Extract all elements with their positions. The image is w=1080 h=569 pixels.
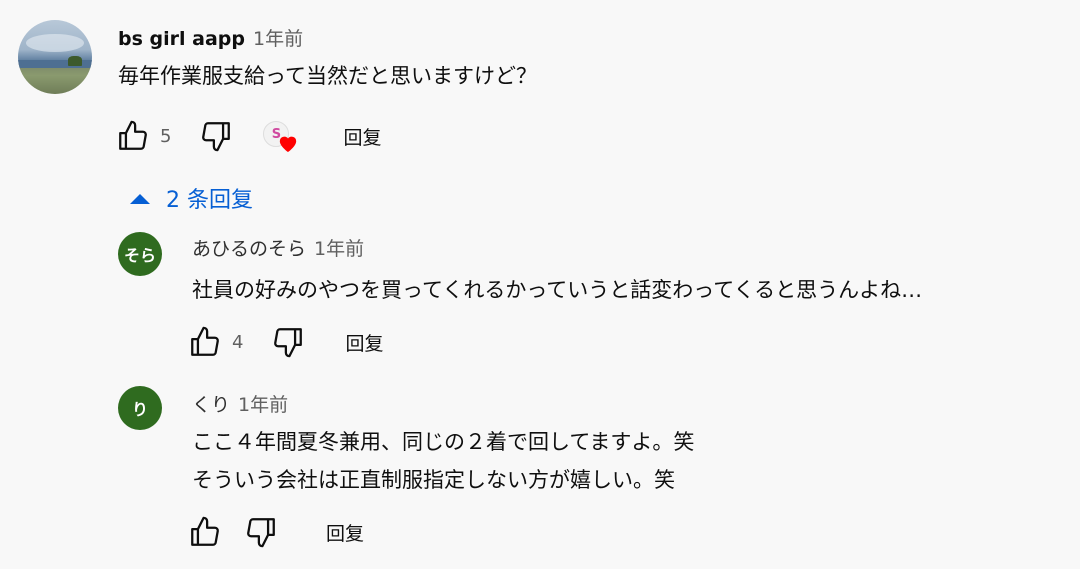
- caret-up-icon: [130, 194, 150, 204]
- reply-button[interactable]: 回复: [326, 519, 364, 546]
- comment-author[interactable]: bs girl aapp: [118, 28, 245, 50]
- thumb-up-icon: [119, 120, 147, 150]
- commenter-avatar[interactable]: [18, 20, 92, 94]
- reply-author[interactable]: くり: [192, 390, 230, 417]
- reply-text-line: ここ４年間夏冬兼用、同じの２着で回してますよ。笑: [192, 430, 695, 454]
- reply-text-line: そういう会社は正直制服指定しない方が嬉しい。笑: [192, 468, 675, 492]
- dislike-button[interactable]: [197, 117, 235, 155]
- comment-text: 毎年作業服支給って当然だと思いますけど？: [118, 64, 537, 88]
- thumb-up-icon: [191, 516, 219, 546]
- reply-header: あひるのそら 1年前: [192, 234, 364, 261]
- reply-button[interactable]: 回复: [343, 123, 381, 150]
- reply-author[interactable]: あひるのそら: [192, 234, 306, 261]
- comment-header: bs girl aapp 1年前: [118, 24, 303, 51]
- thumb-down-icon: [247, 518, 275, 548]
- dislike-button[interactable]: [242, 513, 280, 551]
- comment-time[interactable]: 1年前: [253, 24, 303, 51]
- reply-toolbar: 回复: [186, 512, 364, 552]
- comment-toolbar: 5 S 回复: [114, 116, 381, 156]
- heart-icon: [280, 136, 297, 153]
- thumb-down-icon: [274, 328, 303, 358]
- creator-heart-badge: S: [263, 117, 303, 155]
- replies-count-label: 2 条回复: [166, 188, 253, 213]
- reply-time[interactable]: 1年前: [314, 234, 364, 261]
- like-button[interactable]: [186, 513, 224, 551]
- reply-avatar[interactable]: り: [118, 386, 162, 430]
- reply-header: くり 1年前: [192, 390, 288, 417]
- reply-text-line: 社員の好みのやつを買ってくれるかっていうと話変わってくると思うんよね…: [192, 278, 923, 302]
- dislike-button[interactable]: [269, 323, 307, 361]
- like-button[interactable]: [114, 117, 152, 155]
- like-count: 5: [160, 125, 172, 147]
- thumb-down-icon: [202, 122, 231, 152]
- reply-toolbar: 4 回复: [186, 322, 383, 362]
- reply-time[interactable]: 1年前: [238, 390, 288, 417]
- like-button[interactable]: [186, 323, 224, 361]
- reply-avatar[interactable]: そら: [118, 232, 162, 276]
- replies-toggle-button[interactable]: 2 条回复: [128, 182, 253, 214]
- thumb-up-icon: [191, 326, 219, 356]
- like-count: 4: [232, 331, 244, 353]
- reply-button[interactable]: 回复: [345, 329, 383, 356]
